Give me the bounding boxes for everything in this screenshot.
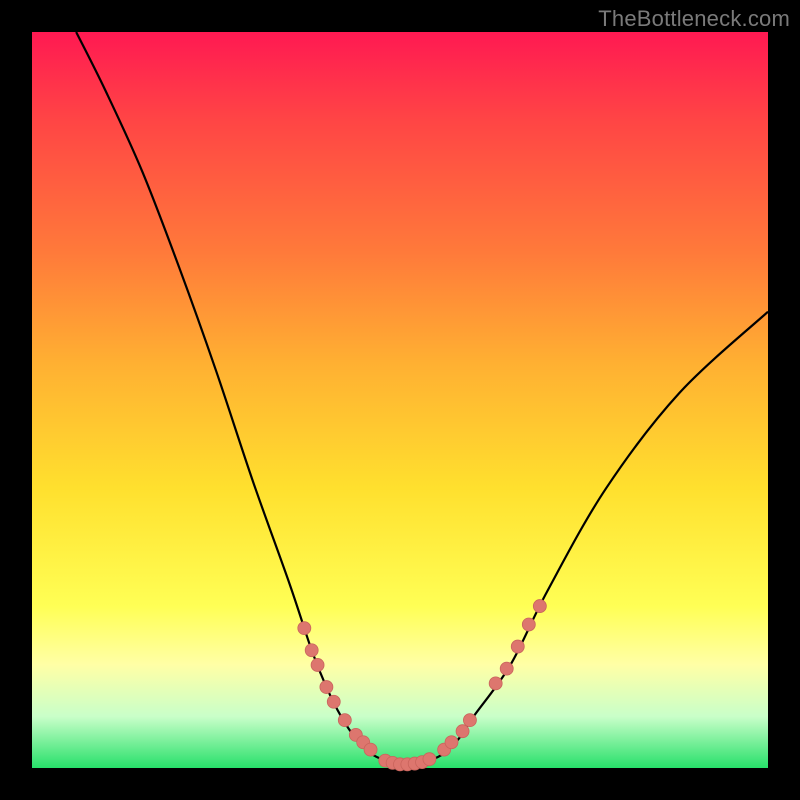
curve-marker bbox=[511, 640, 524, 653]
curve-marker bbox=[456, 725, 469, 738]
curve-marker bbox=[500, 662, 513, 675]
curve-marker bbox=[489, 677, 502, 690]
watermark-text: TheBottleneck.com bbox=[598, 6, 790, 32]
curve-marker bbox=[305, 644, 318, 657]
curve-marker bbox=[327, 695, 340, 708]
chart-svg bbox=[32, 32, 768, 768]
curve-marker bbox=[423, 753, 436, 766]
curve-marker bbox=[533, 600, 546, 613]
marker-layer bbox=[298, 600, 547, 771]
outer-frame: TheBottleneck.com bbox=[0, 0, 800, 800]
bottleneck-curve bbox=[76, 32, 768, 765]
curve-marker bbox=[311, 658, 324, 671]
curve-marker bbox=[445, 736, 458, 749]
curve-marker bbox=[338, 714, 351, 727]
curve-marker bbox=[320, 681, 333, 694]
curve-marker bbox=[522, 618, 535, 631]
curve-marker bbox=[364, 743, 377, 756]
curve-marker bbox=[298, 622, 311, 635]
plot-area bbox=[32, 32, 768, 768]
curve-marker bbox=[463, 714, 476, 727]
